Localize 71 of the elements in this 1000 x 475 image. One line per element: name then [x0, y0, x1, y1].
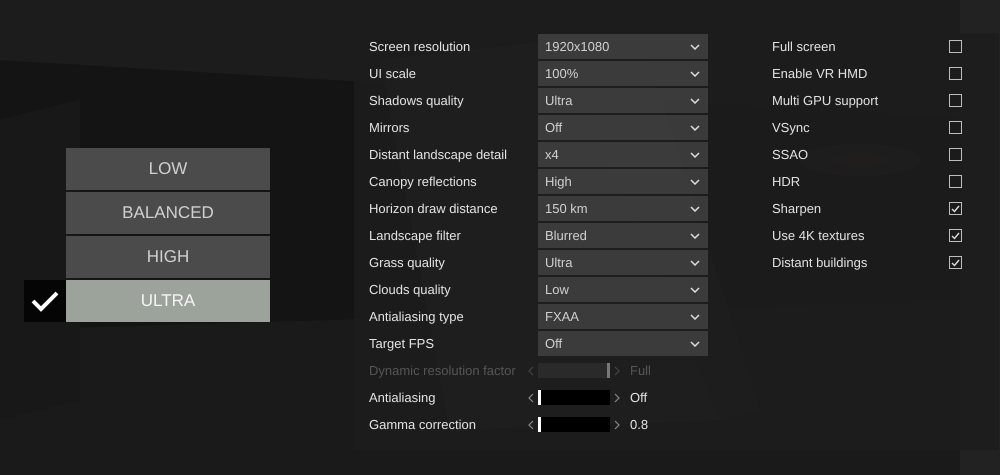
chevron-down-icon	[690, 44, 700, 50]
slider-value: 0.8	[630, 417, 648, 432]
setting-label: Antialiasing type	[369, 309, 465, 324]
checkbox[interactable]	[949, 94, 962, 107]
toggle-label: Multi GPU support	[772, 93, 878, 108]
slider-track[interactable]	[538, 417, 610, 432]
chevron-down-icon	[690, 178, 700, 184]
toggle-label: Full screen	[772, 39, 836, 54]
dropdown[interactable]: Low	[538, 277, 708, 302]
chevron-down-icon	[690, 314, 700, 320]
chevron-down-icon	[690, 152, 700, 158]
chevron-left-icon[interactable]	[527, 392, 535, 402]
dropdown[interactable]: High	[538, 169, 708, 194]
dropdown[interactable]: Off	[538, 115, 708, 140]
checkbox[interactable]	[949, 148, 962, 161]
checkbox[interactable]	[949, 40, 962, 53]
setting-label: Landscape filter	[369, 228, 462, 243]
chevron-down-icon	[690, 340, 700, 346]
toggle-label: Enable VR HMD	[772, 66, 868, 81]
preset-button[interactable]: HIGH	[66, 236, 270, 278]
dropdown[interactable]: 150 km	[538, 196, 708, 221]
slider-thumb[interactable]	[538, 417, 541, 432]
toggle-label: SSAO	[772, 147, 808, 162]
setting-label: Grass quality	[369, 255, 446, 270]
chevron-right-icon[interactable]	[613, 420, 621, 430]
setting-label: Screen resolution	[369, 39, 472, 54]
preset-button[interactable]: LOW	[66, 148, 270, 190]
dropdown[interactable]: Ultra	[538, 88, 708, 113]
checkbox[interactable]	[949, 256, 962, 269]
setting-label: Mirrors	[369, 120, 410, 135]
toggle-label: Use 4K textures	[772, 228, 864, 243]
setting-label: Shadows quality	[369, 93, 465, 108]
dropdown[interactable]: FXAA	[538, 304, 708, 329]
slider-track[interactable]	[538, 390, 610, 405]
checkbox[interactable]	[949, 67, 962, 80]
dropdown[interactable]: Blurred	[538, 223, 708, 248]
setting-label: Horizon draw distance	[369, 201, 499, 216]
dropdown[interactable]: Ultra	[538, 250, 708, 275]
dropdown[interactable]: 100%	[538, 61, 708, 86]
chevron-down-icon	[690, 98, 700, 104]
setting-label: Distant landscape detail	[369, 147, 508, 162]
dropdown[interactable]: x4	[538, 142, 708, 167]
chevron-down-icon	[690, 206, 700, 212]
setting-label: Clouds quality	[369, 282, 452, 297]
slider-value: Off	[630, 390, 648, 405]
chevron-left-icon[interactable]	[527, 420, 535, 430]
chevron-down-icon	[690, 232, 700, 238]
chevron-down-icon	[690, 70, 700, 76]
chevron-down-icon	[690, 260, 700, 266]
checkbox[interactable]	[949, 121, 962, 134]
setting-label: UI scale	[369, 66, 417, 81]
slider-thumb[interactable]	[538, 390, 541, 405]
chevron-down-icon	[690, 286, 700, 292]
dropdown[interactable]: Off	[538, 331, 708, 356]
setting-label: Canopy reflections	[369, 174, 478, 189]
chevron-down-icon	[690, 124, 700, 130]
toggle-label: Distant buildings	[772, 255, 868, 270]
chevron-right-icon[interactable]	[613, 392, 621, 402]
checkbox[interactable]	[949, 202, 962, 215]
toggle-label: Sharpen	[772, 201, 822, 216]
checkbox[interactable]	[949, 229, 962, 242]
setting-label: Target FPS	[369, 336, 436, 351]
slider-track[interactable]	[538, 363, 610, 378]
toggle-label: VSync	[772, 120, 810, 135]
setting-label: Gamma correction	[369, 417, 477, 432]
setting-label: Antialiasing	[369, 390, 436, 405]
dropdown[interactable]: 1920x1080	[538, 34, 708, 59]
checkmark-icon	[31, 290, 59, 312]
toggle-label: HDR	[772, 174, 800, 189]
checkbox[interactable]	[949, 175, 962, 188]
preset-button[interactable]: BALANCED	[66, 192, 270, 234]
